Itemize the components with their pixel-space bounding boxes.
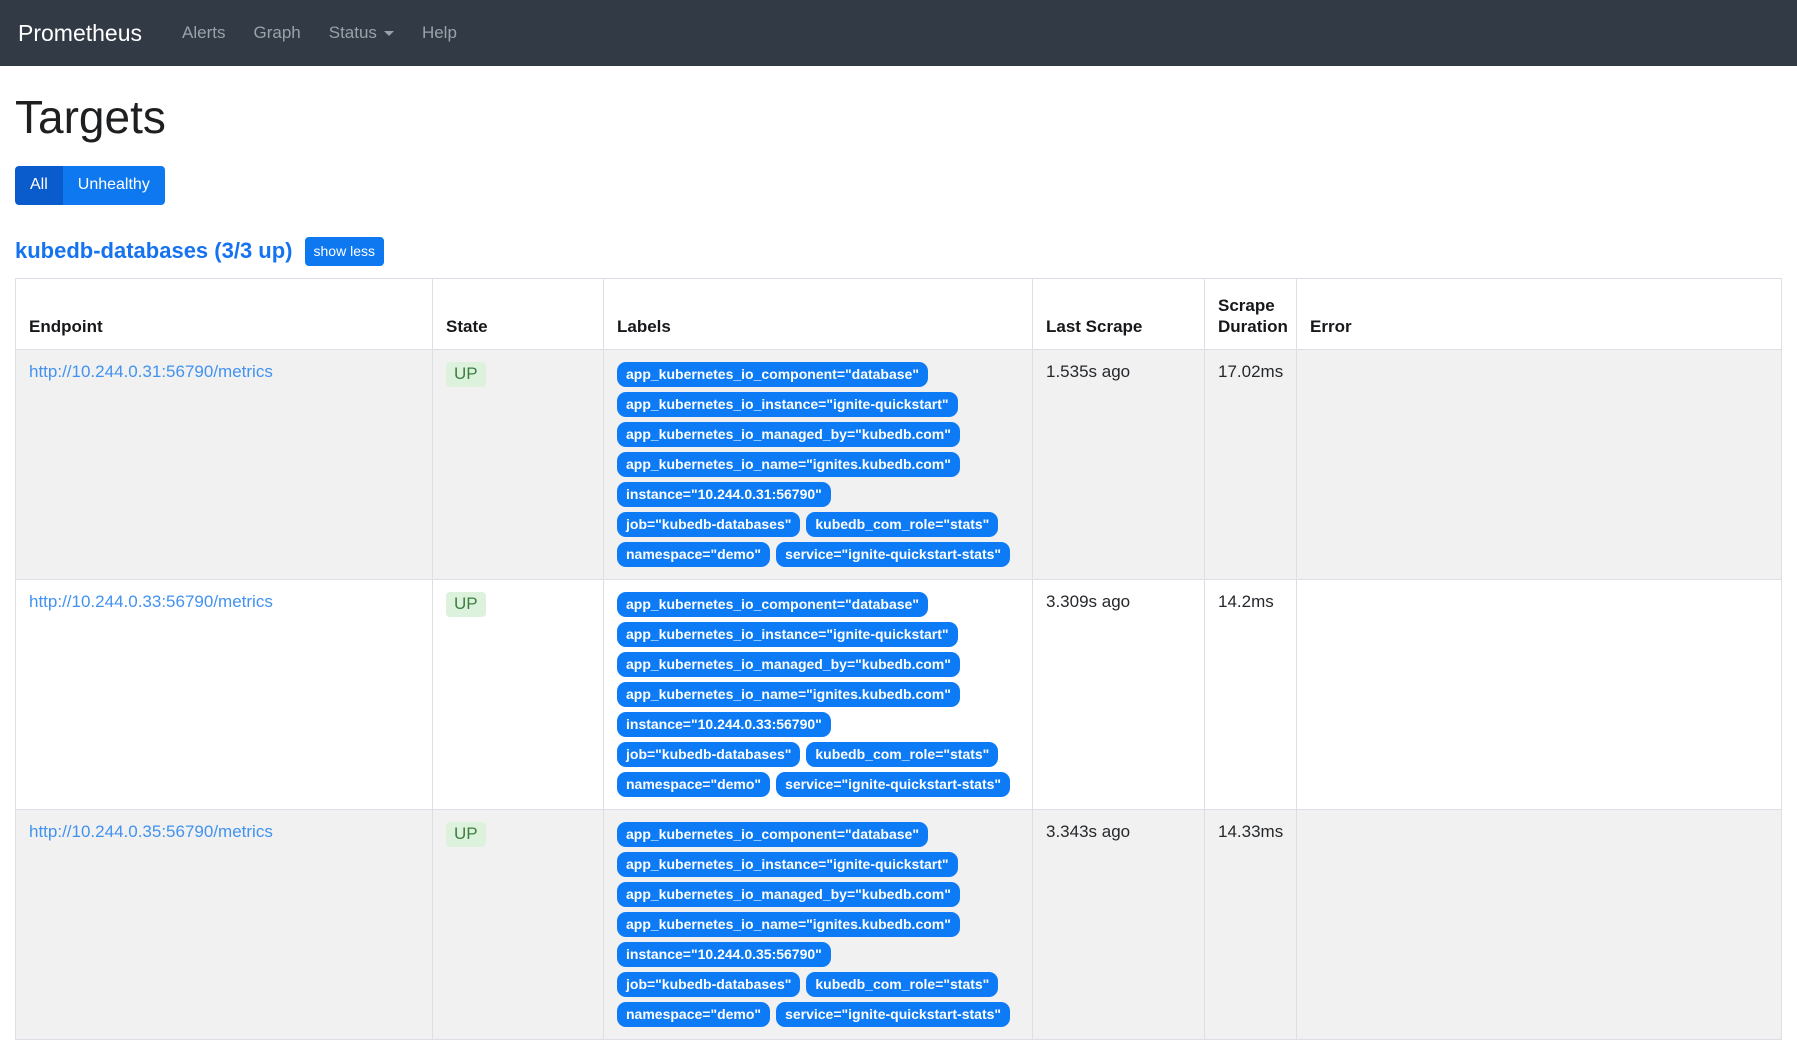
endpoint-link[interactable]: http://10.244.0.35:56790/metrics (29, 822, 273, 841)
nav-item-graph-label: Graph (253, 23, 300, 43)
label-badge: app_kubernetes_io_name="ignites.kubedb.c… (617, 452, 960, 477)
endpoint-link[interactable]: http://10.244.0.31:56790/metrics (29, 362, 273, 381)
state-cell: UP (433, 810, 604, 1040)
endpoint-link[interactable]: http://10.244.0.33:56790/metrics (29, 592, 273, 611)
label-badge: kubedb_com_role="stats" (806, 972, 998, 997)
label-badge: instance="10.244.0.35:56790" (617, 942, 831, 967)
label-badge: namespace="demo" (617, 772, 770, 797)
label-badge: namespace="demo" (617, 1002, 770, 1027)
column-header-scrape-duration: Scrape Duration (1205, 279, 1297, 350)
table-row: http://10.244.0.33:56790/metrics UP app_… (16, 580, 1782, 810)
label-badge: app_kubernetes_io_name="ignites.kubedb.c… (617, 682, 960, 707)
main-content: Targets All Unhealthy kubedb-databases (… (0, 90, 1797, 1040)
scrape-duration-cell: 17.02ms (1205, 350, 1297, 580)
state-badge: UP (446, 822, 486, 847)
state-badge: UP (446, 592, 486, 617)
error-cell (1297, 350, 1782, 580)
labels-cell: app_kubernetes_io_component="database"ap… (604, 810, 1033, 1040)
nav-item-status[interactable]: Status (315, 23, 408, 43)
column-header-last-scrape: Last Scrape (1033, 279, 1205, 350)
label-badge: app_kubernetes_io_managed_by="kubedb.com… (617, 422, 960, 447)
label-badge: app_kubernetes_io_component="database" (617, 822, 928, 847)
label-badge: app_kubernetes_io_instance="ignite-quick… (617, 392, 958, 417)
state-cell: UP (433, 350, 604, 580)
label-badge: job="kubedb-databases" (617, 512, 800, 537)
labels-list: app_kubernetes_io_component="database"ap… (617, 822, 1019, 1027)
column-header-state: State (433, 279, 604, 350)
label-badge: job="kubedb-databases" (617, 972, 800, 997)
nav-item-graph[interactable]: Graph (239, 23, 314, 43)
job-header: kubedb-databases (3/3 up) show less (15, 237, 1782, 266)
brand-prometheus[interactable]: Prometheus (18, 20, 142, 47)
label-badge: job="kubedb-databases" (617, 742, 800, 767)
label-badge: instance="10.244.0.33:56790" (617, 712, 831, 737)
nav-item-status-label: Status (329, 23, 377, 43)
nav-item-help-label: Help (422, 23, 457, 43)
last-scrape-cell: 3.309s ago (1033, 580, 1205, 810)
endpoint-cell: http://10.244.0.31:56790/metrics (16, 350, 433, 580)
label-badge: app_kubernetes_io_instance="ignite-quick… (617, 622, 958, 647)
nav-item-help[interactable]: Help (408, 23, 471, 43)
endpoint-cell: http://10.244.0.33:56790/metrics (16, 580, 433, 810)
navbar: Prometheus Alerts Graph Status Help (0, 0, 1797, 66)
chevron-down-icon (384, 31, 394, 41)
label-badge: app_kubernetes_io_name="ignites.kubedb.c… (617, 912, 960, 937)
target-filter-group: All Unhealthy (15, 166, 165, 205)
label-badge: app_kubernetes_io_component="database" (617, 362, 928, 387)
nav-item-alerts-label: Alerts (182, 23, 225, 43)
endpoint-cell: http://10.244.0.35:56790/metrics (16, 810, 433, 1040)
label-badge: service="ignite-quickstart-stats" (776, 542, 1010, 567)
table-row: http://10.244.0.31:56790/metrics UP app_… (16, 350, 1782, 580)
scrape-duration-cell: 14.33ms (1205, 810, 1297, 1040)
label-badge: app_kubernetes_io_managed_by="kubedb.com… (617, 652, 960, 677)
state-badge: UP (446, 362, 486, 387)
label-badge: namespace="demo" (617, 542, 770, 567)
label-badge: app_kubernetes_io_component="database" (617, 592, 928, 617)
page-title: Targets (15, 90, 1782, 144)
labels-cell: app_kubernetes_io_component="database"ap… (604, 580, 1033, 810)
last-scrape-cell: 1.535s ago (1033, 350, 1205, 580)
column-header-error: Error (1297, 279, 1782, 350)
nav-item-alerts[interactable]: Alerts (168, 23, 239, 43)
label-badge: app_kubernetes_io_managed_by="kubedb.com… (617, 882, 960, 907)
label-badge: kubedb_com_role="stats" (806, 742, 998, 767)
label-badge: kubedb_com_role="stats" (806, 512, 998, 537)
label-badge: app_kubernetes_io_instance="ignite-quick… (617, 852, 958, 877)
targets-table-body: http://10.244.0.31:56790/metrics UP app_… (16, 350, 1782, 1040)
filter-all-button[interactable]: All (15, 166, 63, 205)
table-row: http://10.244.0.35:56790/metrics UP app_… (16, 810, 1782, 1040)
column-header-endpoint: Endpoint (16, 279, 433, 350)
label-badge: instance="10.244.0.31:56790" (617, 482, 831, 507)
label-badge: service="ignite-quickstart-stats" (776, 772, 1010, 797)
table-header-row: Endpoint State Labels Last Scrape Scrape… (16, 279, 1782, 350)
state-cell: UP (433, 580, 604, 810)
error-cell (1297, 810, 1782, 1040)
error-cell (1297, 580, 1782, 810)
label-badge: service="ignite-quickstart-stats" (776, 1002, 1010, 1027)
show-less-button[interactable]: show less (305, 237, 384, 266)
column-header-labels: Labels (604, 279, 1033, 350)
labels-list: app_kubernetes_io_component="database"ap… (617, 592, 1019, 797)
scrape-duration-cell: 14.2ms (1205, 580, 1297, 810)
filter-unhealthy-button[interactable]: Unhealthy (63, 166, 165, 205)
labels-list: app_kubernetes_io_component="database"ap… (617, 362, 1019, 567)
job-title: kubedb-databases (3/3 up) (15, 238, 293, 264)
labels-cell: app_kubernetes_io_component="database"ap… (604, 350, 1033, 580)
last-scrape-cell: 3.343s ago (1033, 810, 1205, 1040)
